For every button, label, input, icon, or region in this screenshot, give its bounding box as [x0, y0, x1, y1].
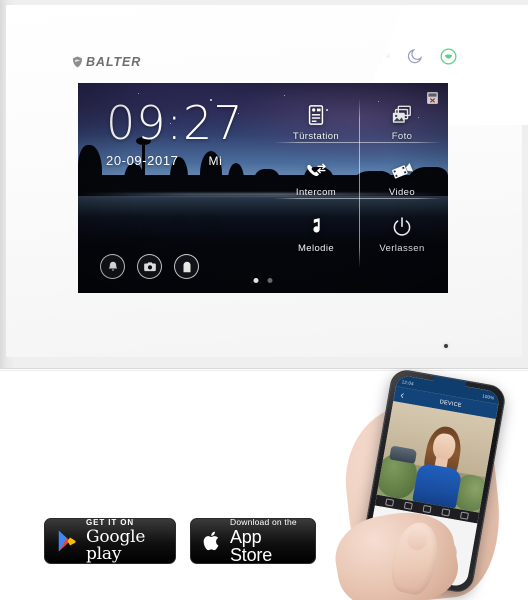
camera-icon: [143, 261, 156, 271]
toolbar-button[interactable]: [384, 498, 394, 507]
badge-small-text: GET IT ON: [86, 518, 135, 527]
menu-item-leave[interactable]: Verlassen: [360, 207, 444, 263]
fingernail: [405, 526, 430, 552]
menu-item-intercom[interactable]: Intercom: [274, 151, 358, 207]
menu-label: Verlassen: [379, 243, 425, 254]
clock-widget: 09:27 20-09-2017 Mi: [106, 100, 244, 168]
clock-time: 09:27: [106, 96, 244, 150]
moon-icon[interactable]: [406, 47, 424, 65]
badge-big-text: App Store: [230, 527, 273, 566]
brand-logo: BALTER: [72, 55, 141, 69]
menu-label: Türstation: [292, 131, 340, 142]
app-store-badge[interactable]: Download on the App Store: [190, 518, 316, 564]
store-badges: GET IT ON Google play Download on the Ap…: [44, 518, 316, 564]
brand-name: BALTER: [86, 55, 142, 69]
phone-video-feed: [376, 401, 496, 513]
page-dot-2[interactable]: [267, 278, 273, 283]
photo-icon: [392, 105, 411, 123]
toolbar-button[interactable]: [422, 504, 432, 514]
hand-holding-phone: 12:04 100% DEVICE: [329, 368, 528, 600]
menu-label: Intercom: [295, 187, 337, 198]
toolbar-button[interactable]: [441, 508, 451, 517]
unlock-circle-icon[interactable]: [439, 47, 458, 66]
menu-label: Video: [388, 187, 416, 198]
badge-big-text: Google play: [86, 527, 146, 564]
google-play-badge[interactable]: GET IT ON Google play: [44, 518, 176, 564]
door-icon: [183, 261, 190, 272]
mobile-app-panel: GET IT ON Google play Download on the Ap…: [0, 368, 528, 600]
video-icon: [392, 162, 413, 179]
monitor-screen[interactable]: 09:27 20-09-2017 Mi Türstation Foto Inte…: [78, 83, 448, 293]
power-icon: [393, 217, 411, 236]
bell-icon: [108, 261, 117, 271]
intercom-icon: [307, 163, 326, 177]
menu-label: Melodie: [297, 243, 335, 254]
clock-weekday: Mi: [208, 154, 223, 168]
toolbar-button[interactable]: [460, 511, 470, 520]
indoor-monitor-photo: BALTER 09:27 20-09-2017 Mi Türstation Fo…: [0, 0, 528, 368]
quick-action-bar: [100, 254, 199, 279]
main-menu-grid: Türstation Foto Intercom Video Melodie V…: [274, 95, 444, 278]
toolbar-button[interactable]: [403, 501, 413, 510]
clock-date: 20-09-2017: [106, 153, 179, 168]
music-note-icon: [313, 218, 320, 233]
menu-item-photo[interactable]: Foto: [360, 95, 444, 151]
app-store-badge-text: Download on the App Store: [230, 518, 301, 565]
screenshot-root: BALTER 09:27 20-09-2017 Mi Türstation Fo…: [0, 0, 528, 600]
door-station-icon: [308, 105, 324, 125]
phone-status-battery: 100%: [481, 392, 495, 401]
status-led: [385, 53, 390, 58]
apple-icon: [203, 531, 219, 551]
quick-action-door-open[interactable]: [174, 254, 199, 279]
google-play-icon: [58, 530, 76, 552]
quick-action-snapshot[interactable]: [137, 254, 162, 279]
shield-icon: [73, 56, 82, 68]
badge-small-text: Download on the: [230, 516, 297, 527]
menu-label: Foto: [391, 131, 413, 142]
google-play-badge-text: GET IT ON Google play: [86, 519, 161, 563]
menu-item-melody[interactable]: Melodie: [274, 207, 358, 263]
phone-status-time: 12:04: [401, 378, 415, 386]
menu-item-doorstation[interactable]: Türstation: [274, 95, 358, 151]
page-dot-1[interactable]: [253, 278, 259, 283]
quick-action-ring-tone[interactable]: [100, 254, 125, 279]
menu-item-video[interactable]: Video: [360, 151, 444, 207]
page-indicator[interactable]: [253, 278, 273, 283]
microphone-pinhole: [444, 344, 448, 348]
chevron-left-icon[interactable]: [399, 392, 406, 399]
